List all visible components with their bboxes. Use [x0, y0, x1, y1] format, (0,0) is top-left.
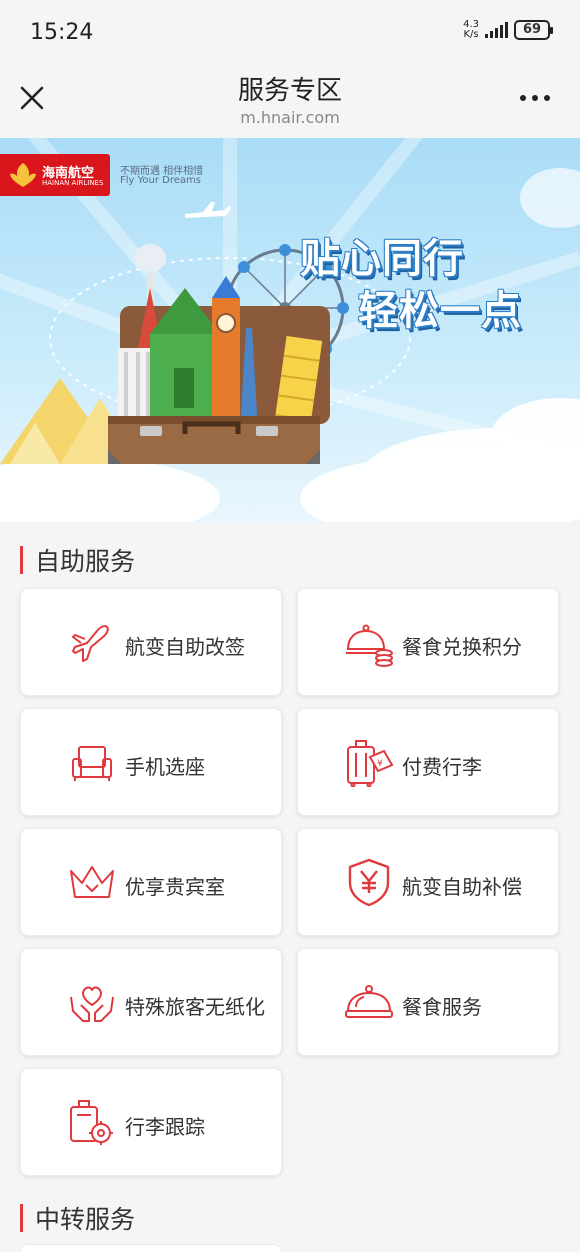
meal-points-icon [346, 624, 393, 667]
service-label: 航变自助改签 [125, 635, 245, 659]
page-url: m.hnair.com [240, 108, 340, 127]
service-card-meal-points[interactable]: 餐食兑换积分 [297, 588, 559, 696]
service-card-paid-luggage[interactable]: ¥ 付费行李 [297, 708, 559, 816]
service-label: 手机选座 [125, 755, 205, 779]
paid-luggage-icon: ¥ [347, 740, 394, 787]
heart-hands-icon [70, 986, 114, 1022]
promo-banner[interactable]: 海南航空 HAINAN AIRLINES 不期而遇 相伴相惜 Fly Your … [0, 138, 580, 522]
seat-icon [72, 746, 112, 781]
service-label: 优享贵宾室 [125, 875, 225, 899]
nav-bar: 服务专区 m.hnair.com [0, 68, 580, 138]
battery-icon: 69 [514, 20, 553, 40]
section-accent-bar [20, 1204, 23, 1232]
status-indicators: 4.3 K/s 69 [463, 19, 553, 40]
service-card-compensation[interactable]: 航变自助补偿 [297, 828, 559, 936]
section-title: 中转服务 [35, 1205, 136, 1234]
signal-icon [485, 22, 508, 38]
banner-headline-2: 轻松一点 [358, 288, 522, 334]
hainan-logo-icon [10, 163, 36, 187]
yen-shield-icon [348, 858, 390, 907]
network-speed: 4.3 K/s [463, 19, 479, 40]
airplane-icon [72, 625, 109, 662]
more-icon[interactable] [518, 84, 552, 112]
service-label: 付费行李 [402, 755, 482, 779]
crown-icon [70, 866, 114, 898]
service-card-flight-change[interactable]: 航变自助改签 [20, 588, 282, 696]
status-time: 15:24 [30, 20, 94, 45]
status-bar: 15:24 4.3 K/s 69 [0, 0, 580, 68]
section-header-transfer-service: 中转服务 [20, 1200, 135, 1236]
service-card-seat-selection[interactable]: 手机选座 [20, 708, 282, 816]
section-accent-bar [20, 546, 23, 574]
svg-text:¥: ¥ [377, 759, 383, 769]
banner-headline-1: 贴心同行 [300, 236, 464, 282]
page-title: 服务专区 [237, 76, 342, 106]
luggage-track-icon [70, 1100, 113, 1145]
service-card-special-passenger[interactable]: 特殊旅客无纸化 [20, 948, 282, 1056]
service-label: 行李跟踪 [125, 1115, 205, 1139]
service-label: 航变自助补偿 [402, 875, 522, 899]
slogan-en: Fly Your Dreams [120, 175, 201, 186]
cloche-icon [345, 985, 393, 1018]
service-card-partial[interactable] [20, 1244, 282, 1252]
service-label: 特殊旅客无纸化 [125, 995, 265, 1019]
service-card-luggage-tracking[interactable]: 行李跟踪 [20, 1068, 282, 1176]
brand-logo: 海南航空 HAINAN AIRLINES [0, 154, 110, 196]
service-label: 餐食兑换积分 [402, 635, 522, 659]
service-card-vip-lounge[interactable]: 优享贵宾室 [20, 828, 282, 936]
service-card-meal-service[interactable]: 餐食服务 [297, 948, 559, 1056]
service-label: 餐食服务 [402, 995, 482, 1019]
section-header-self-service: 自助服务 [20, 542, 135, 578]
section-title: 自助服务 [35, 547, 136, 576]
